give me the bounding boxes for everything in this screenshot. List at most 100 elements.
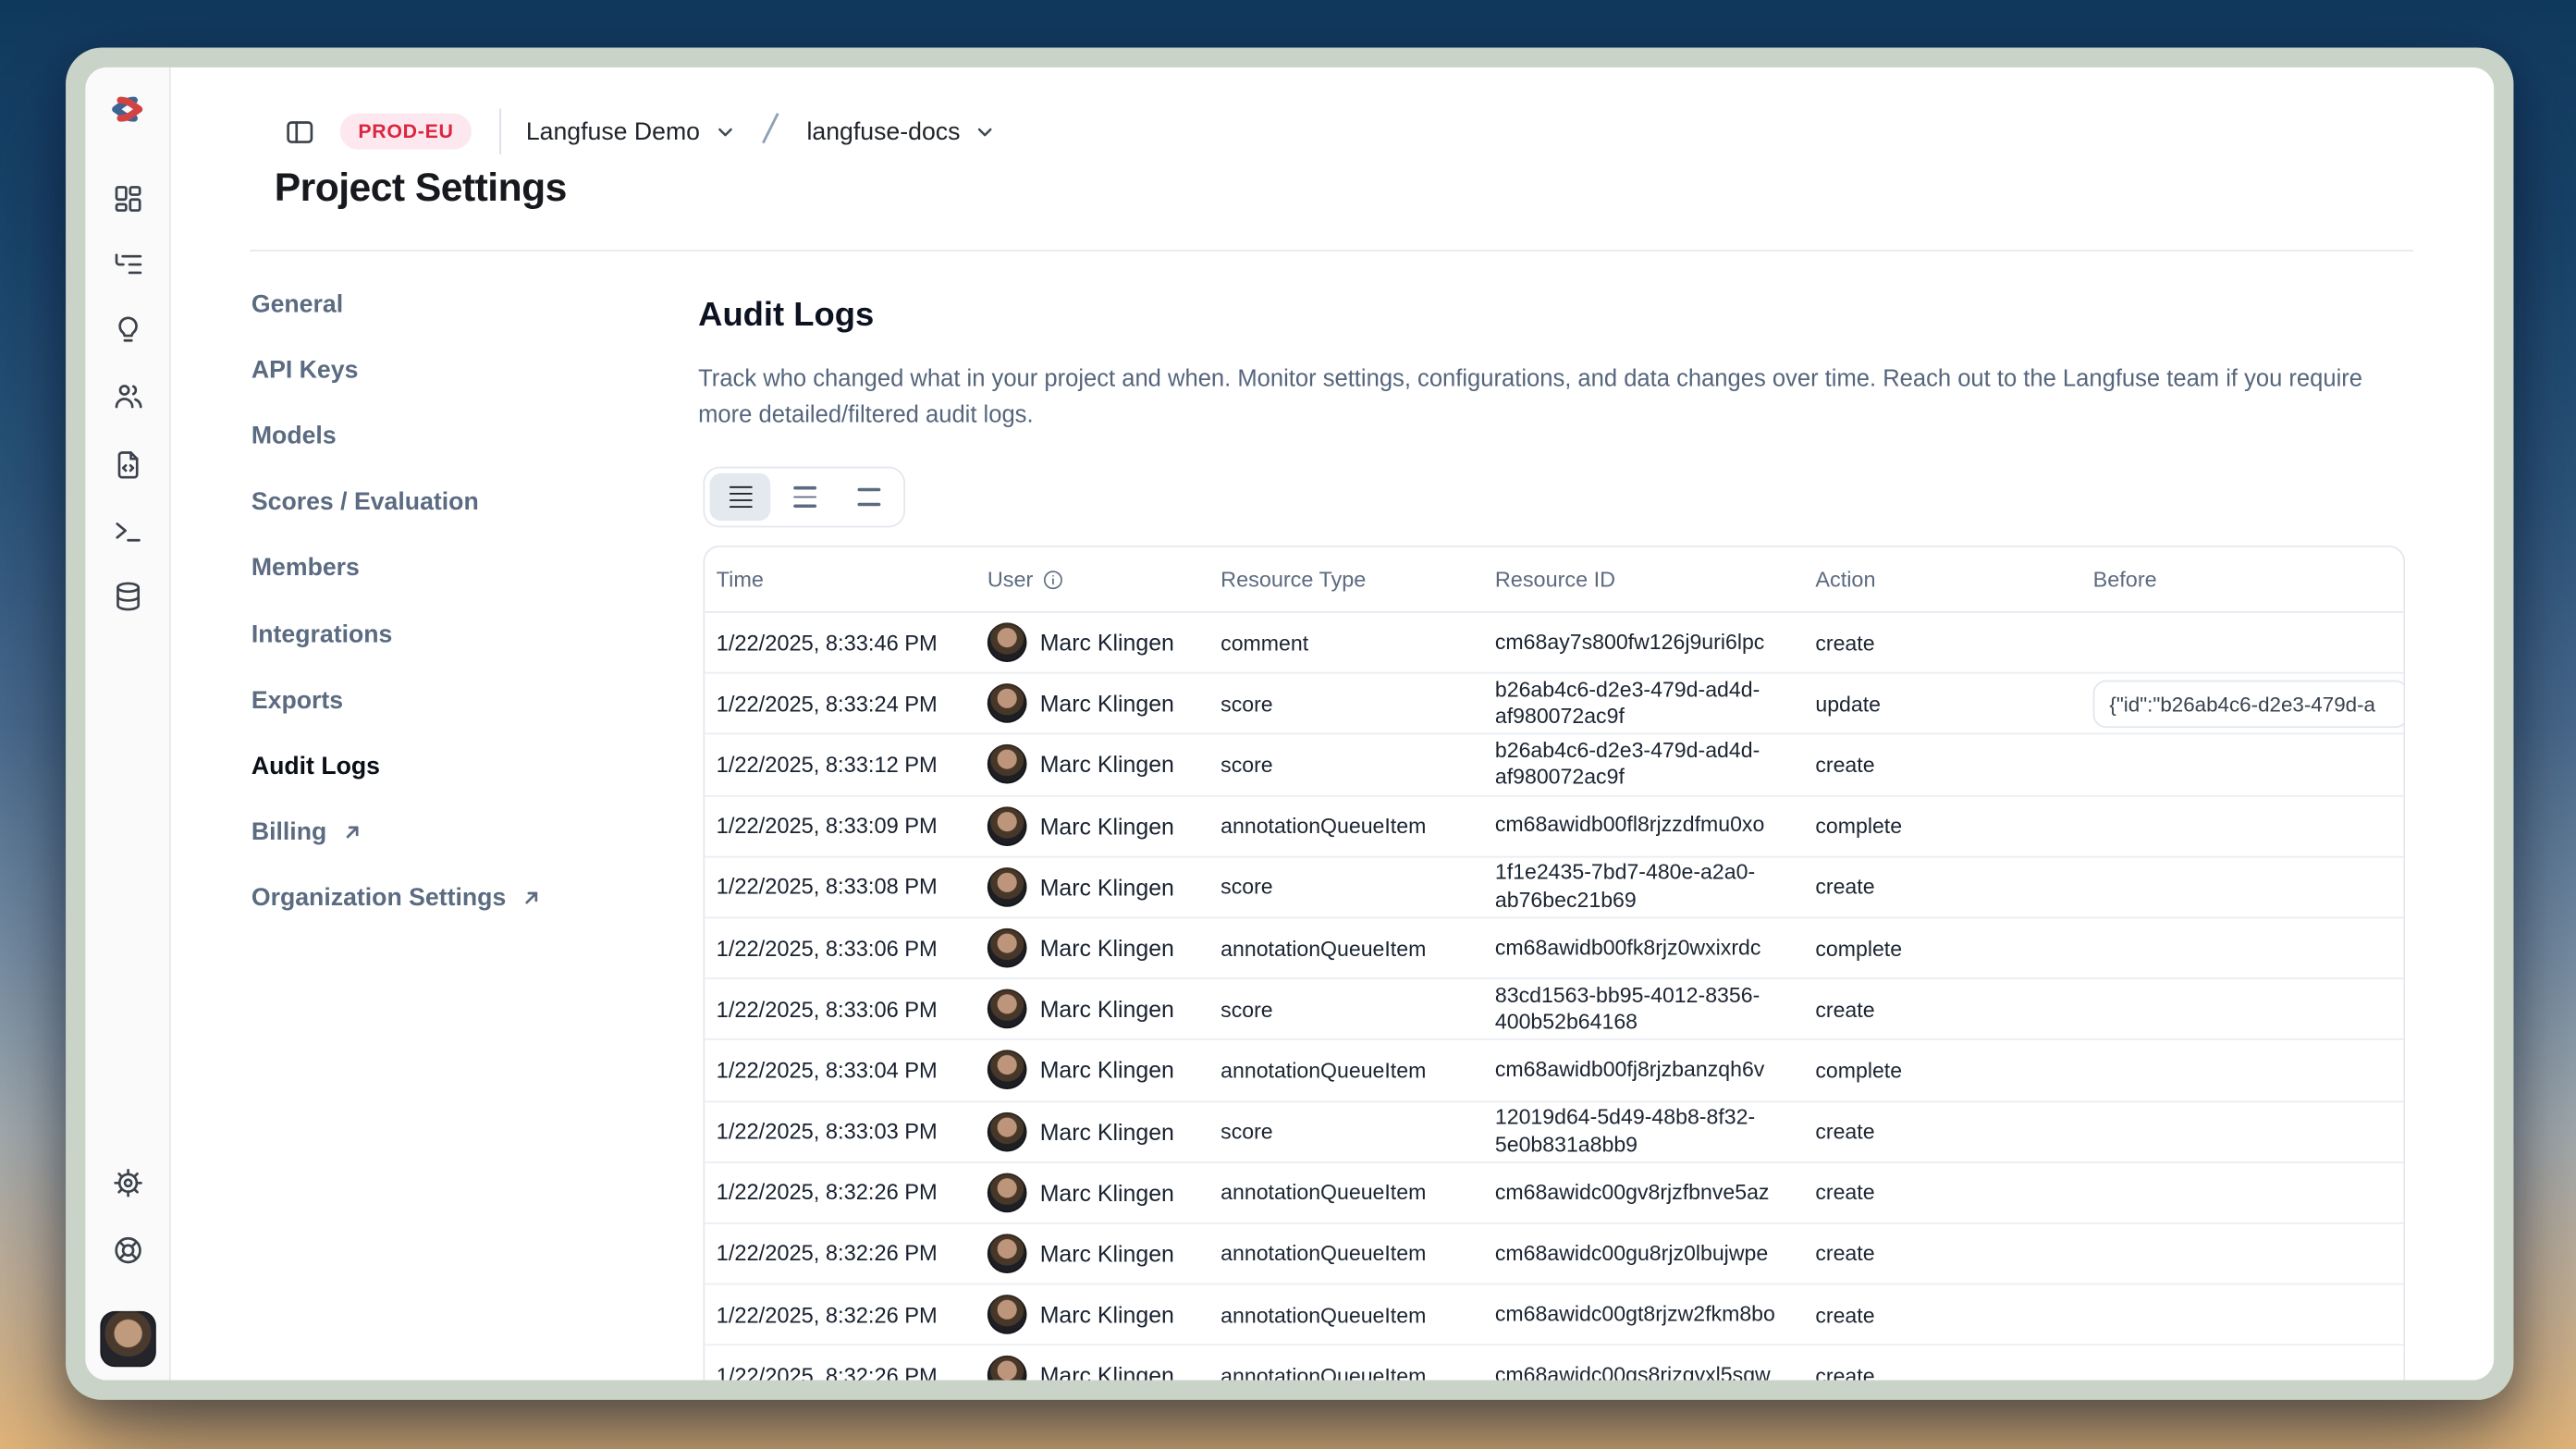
- cell-resource-id: cm68awidb00fj8rjzbanzqh6v: [1495, 1057, 1800, 1084]
- cell-resource-id: cm68awidc00gt8rjzw2fkm8bo: [1495, 1301, 1800, 1328]
- cell-user: Marc Klingen: [987, 1111, 1221, 1151]
- settings-nav-item-integrations[interactable]: Integrations: [251, 601, 662, 667]
- before-json-chip[interactable]: {"id":"b26ab4c6-d2e3-479d-a: [2093, 681, 2406, 729]
- settings-nav-label: Audit Logs: [251, 753, 380, 780]
- environment-badge[interactable]: PROD-EU: [340, 114, 472, 150]
- cell-time: 1/22/2025, 8:33:09 PM: [705, 814, 987, 839]
- settings-nav-item-general[interactable]: General: [251, 271, 662, 337]
- settings-nav: GeneralAPI KeysModelsScores / Evaluation…: [251, 271, 662, 931]
- table-row: 1/22/2025, 8:33:09 PMMarc Klingenannotat…: [705, 796, 2403, 857]
- cell-before: [2093, 1162, 2404, 1222]
- header-divider: [250, 250, 2413, 252]
- tracing-tree-icon[interactable]: [101, 239, 153, 291]
- user-avatar: [987, 1295, 1027, 1334]
- sidebar-toggle-icon[interactable]: [279, 112, 319, 152]
- cell-time: 1/22/2025, 8:33:03 PM: [705, 1119, 987, 1144]
- langfuse-logo-icon[interactable]: [101, 82, 153, 135]
- cell-time: 1/22/2025, 8:32:26 PM: [705, 1302, 987, 1327]
- settings-nav-label: Integrations: [251, 620, 393, 648]
- cell-user: Marc Klingen: [987, 806, 1221, 846]
- settings-nav-item-members[interactable]: Members: [251, 535, 662, 601]
- user-name: Marc Klingen: [1040, 1057, 1174, 1083]
- settings-nav-item-scores-evaluation[interactable]: Scores / Evaluation: [251, 469, 662, 534]
- database-icon[interactable]: [101, 571, 153, 623]
- column-header-resource-id: Resource ID: [1495, 567, 1815, 592]
- row-lines-icon: [857, 488, 880, 505]
- cell-user: Marc Klingen: [987, 867, 1221, 907]
- settings-nav-item-models[interactable]: Models: [251, 403, 662, 469]
- terminal-icon[interactable]: [101, 504, 153, 557]
- density-button-rows-default[interactable]: [774, 473, 835, 522]
- cell-resource-id: cm68ay7s800fw126j9uri6lpc: [1495, 629, 1800, 656]
- breadcrumb-divider: [499, 108, 501, 154]
- table-row: 1/22/2025, 8:33:04 PM Marc Klingen annotat…: [705, 1040, 2403, 1101]
- cell-before: [2093, 735, 2404, 794]
- column-header-user: User: [987, 567, 1221, 592]
- audit-logs-table: TimeUserResource TypeResource IDActionBe…: [703, 546, 2405, 1381]
- support-lifebuoy-icon[interactable]: [101, 1224, 153, 1277]
- cell-resource-id: cm68awidb00fl8rjzzdfmu0xo: [1495, 812, 1800, 839]
- table-row: 1/22/2025, 8:33:06 PMMarc Klingenscore83…: [705, 979, 2403, 1040]
- cell-resource-type: annotationQueueItem: [1221, 936, 1495, 961]
- settings-nav-item-organization-settings[interactable]: Organization Settings: [251, 866, 662, 931]
- external-link-icon: [341, 822, 362, 843]
- cell-resource-type: score: [1221, 875, 1495, 900]
- row-density-toggle-group: [703, 467, 905, 528]
- table-row: 1/22/2025, 8:33:46 PMMarc Klingencomment…: [705, 613, 2403, 674]
- row-lines-icon: [792, 486, 816, 507]
- cell-resource-id: cm68awidc00gv8rjzfbnve5az: [1495, 1179, 1800, 1206]
- cell-before: {"id":"b26ab4c6-d2e3-479d-a: [2093, 674, 2404, 733]
- users-icon[interactable]: [101, 370, 153, 423]
- app-window-inner: PROD-EU Langfuse Demo langfuse-docs Proj…: [85, 68, 2494, 1381]
- cell-action: create: [1815, 1302, 2092, 1327]
- density-button-rows-relaxed[interactable]: [838, 473, 899, 522]
- cell-before: [2093, 1223, 2404, 1283]
- table-header-row: TimeUserResource TypeResource IDActionBe…: [705, 547, 2403, 613]
- cell-action: complete: [1815, 936, 2092, 961]
- cell-before: [2093, 1346, 2404, 1381]
- cell-time: 1/22/2025, 8:32:26 PM: [705, 1241, 987, 1266]
- cell-user: Marc Klingen: [987, 1295, 1221, 1334]
- cell-before: [2093, 1101, 2404, 1160]
- desktop-wallpaper: PROD-EU Langfuse Demo langfuse-docs Proj…: [0, 0, 2576, 1449]
- user-avatar: [987, 989, 1027, 1029]
- org-switcher[interactable]: Langfuse Demo: [526, 117, 734, 145]
- row-lines-icon: [729, 485, 752, 508]
- cell-resource-type: annotationQueueItem: [1221, 1241, 1495, 1266]
- user-avatar[interactable]: [99, 1311, 154, 1367]
- user-name: Marc Klingen: [1040, 691, 1174, 717]
- cell-resource-type: annotationQueueItem: [1221, 1058, 1495, 1083]
- cell-action: create: [1815, 753, 2092, 778]
- settings-gear-icon[interactable]: [101, 1157, 153, 1210]
- cell-action: complete: [1815, 814, 2092, 839]
- user-name: Marc Klingen: [1040, 1118, 1174, 1144]
- cell-action: update: [1815, 692, 2092, 717]
- cell-user: Marc Klingen: [987, 1234, 1221, 1273]
- cell-resource-id: cm68awidb00fk8rjz0wxixrdc: [1495, 935, 1800, 962]
- cell-time: 1/22/2025, 8:33:06 PM: [705, 936, 987, 961]
- cell-action: create: [1815, 631, 2092, 656]
- cell-resource-type: score: [1221, 753, 1495, 778]
- app-sidebar: [85, 68, 170, 1381]
- lightbulb-icon[interactable]: [101, 304, 153, 357]
- project-switcher[interactable]: langfuse-docs: [806, 117, 994, 145]
- table-body: 1/22/2025, 8:33:46 PMMarc Klingencomment…: [705, 613, 2403, 1381]
- user-name: Marc Klingen: [1040, 1240, 1174, 1266]
- file-code-icon[interactable]: [101, 438, 153, 491]
- cell-action: create: [1815, 875, 2092, 900]
- settings-nav-item-api-keys[interactable]: API Keys: [251, 338, 662, 403]
- cell-resource-id: b26ab4c6-d2e3-479d-ad4d-af980072ac9f: [1495, 677, 1800, 731]
- cell-time: 1/22/2025, 8:33:04 PM: [705, 1058, 987, 1083]
- cell-user: Marc Klingen: [987, 989, 1221, 1029]
- table-row: 1/22/2025, 8:33:03 PMMarc Klingenscore12…: [705, 1101, 2403, 1162]
- table-row: 1/22/2025, 8:33:08 PMMarc Klingenscore1f…: [705, 857, 2403, 918]
- cell-time: 1/22/2025, 8:32:26 PM: [705, 1180, 987, 1205]
- breadcrumb-slash: [761, 107, 780, 155]
- density-button-rows-dense[interactable]: [710, 473, 771, 522]
- settings-nav-item-billing[interactable]: Billing: [251, 799, 662, 865]
- info-icon[interactable]: [1041, 568, 1064, 591]
- dashboard-icon[interactable]: [101, 173, 153, 226]
- user-name: Marc Klingen: [1040, 935, 1174, 961]
- settings-nav-item-exports[interactable]: Exports: [251, 668, 662, 733]
- settings-nav-item-audit-logs[interactable]: Audit Logs: [251, 733, 662, 799]
